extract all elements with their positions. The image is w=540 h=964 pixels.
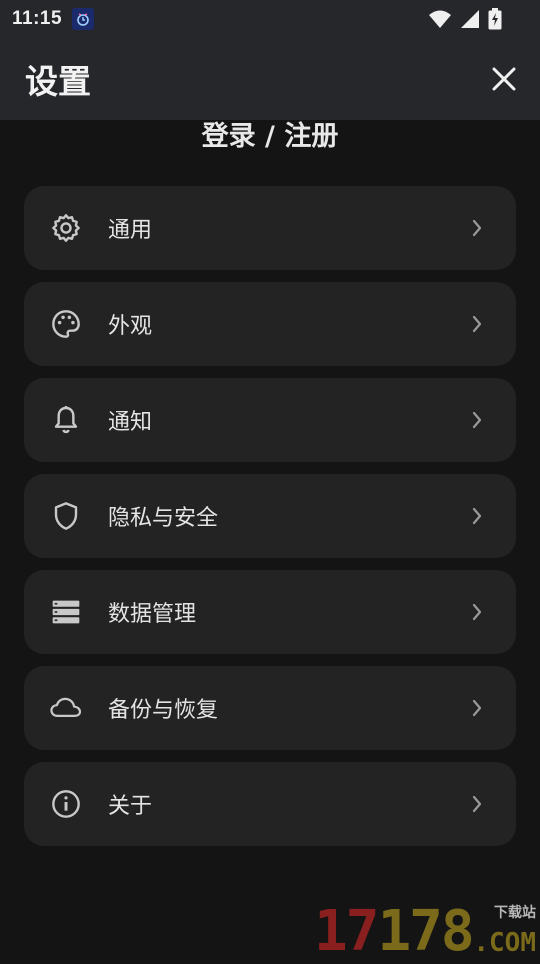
menu-label-privacy-security: 隐私与安全: [108, 500, 218, 532]
shield-icon: [49, 499, 83, 533]
menu-item-privacy-security[interactable]: 隐私与安全: [24, 474, 516, 558]
watermark-logo: 17178 下载站 .COM: [314, 898, 536, 960]
chevron-right-icon: [470, 602, 484, 622]
wifi-icon: [428, 9, 452, 29]
bell-icon: [49, 403, 83, 437]
app-header: 设置: [0, 38, 540, 120]
page-title: 设置: [25, 55, 91, 103]
status-time: 11:15: [12, 8, 62, 30]
menu-item-appearance[interactable]: 外观: [24, 282, 516, 366]
watermark-domain: .COM: [473, 928, 536, 958]
menu-label-appearance: 外观: [108, 308, 152, 340]
palette-icon: [49, 307, 83, 341]
chevron-right-icon: [470, 218, 484, 238]
status-bar: 11:15: [0, 0, 540, 38]
login-register-link[interactable]: 登录 / 注册: [0, 114, 540, 153]
menu-label-general: 通用: [108, 212, 152, 244]
storage-icon: [49, 595, 83, 629]
menu-item-backup-restore[interactable]: 备份与恢复: [24, 666, 516, 750]
chevron-right-icon: [470, 794, 484, 814]
chevron-right-icon: [470, 314, 484, 334]
info-icon: [49, 787, 83, 821]
close-icon: [492, 67, 516, 91]
chevron-right-icon: [470, 698, 484, 718]
chevron-right-icon: [470, 410, 484, 430]
menu-label-about: 关于: [108, 788, 152, 820]
menu-item-notifications[interactable]: 通知: [24, 378, 516, 462]
watermark-side-text: 下载站: [494, 902, 536, 922]
cell-signal-icon: [460, 9, 480, 29]
battery-charging-icon: [488, 8, 502, 30]
menu-item-about[interactable]: 关于: [24, 762, 516, 846]
settings-menu: 通用 外观 通知: [24, 186, 516, 858]
menu-item-general[interactable]: 通用: [24, 186, 516, 270]
cloud-icon: [49, 691, 83, 725]
menu-label-backup-restore: 备份与恢复: [108, 692, 218, 724]
chevron-right-icon: [470, 506, 484, 526]
gear-icon: [49, 211, 83, 245]
menu-item-data-management[interactable]: 数据管理: [24, 570, 516, 654]
app-notification-icon: [72, 8, 94, 30]
watermark-digits: 17178: [314, 904, 473, 960]
menu-label-notifications: 通知: [108, 404, 152, 436]
close-button[interactable]: [484, 59, 524, 99]
menu-label-data-management: 数据管理: [108, 596, 196, 628]
